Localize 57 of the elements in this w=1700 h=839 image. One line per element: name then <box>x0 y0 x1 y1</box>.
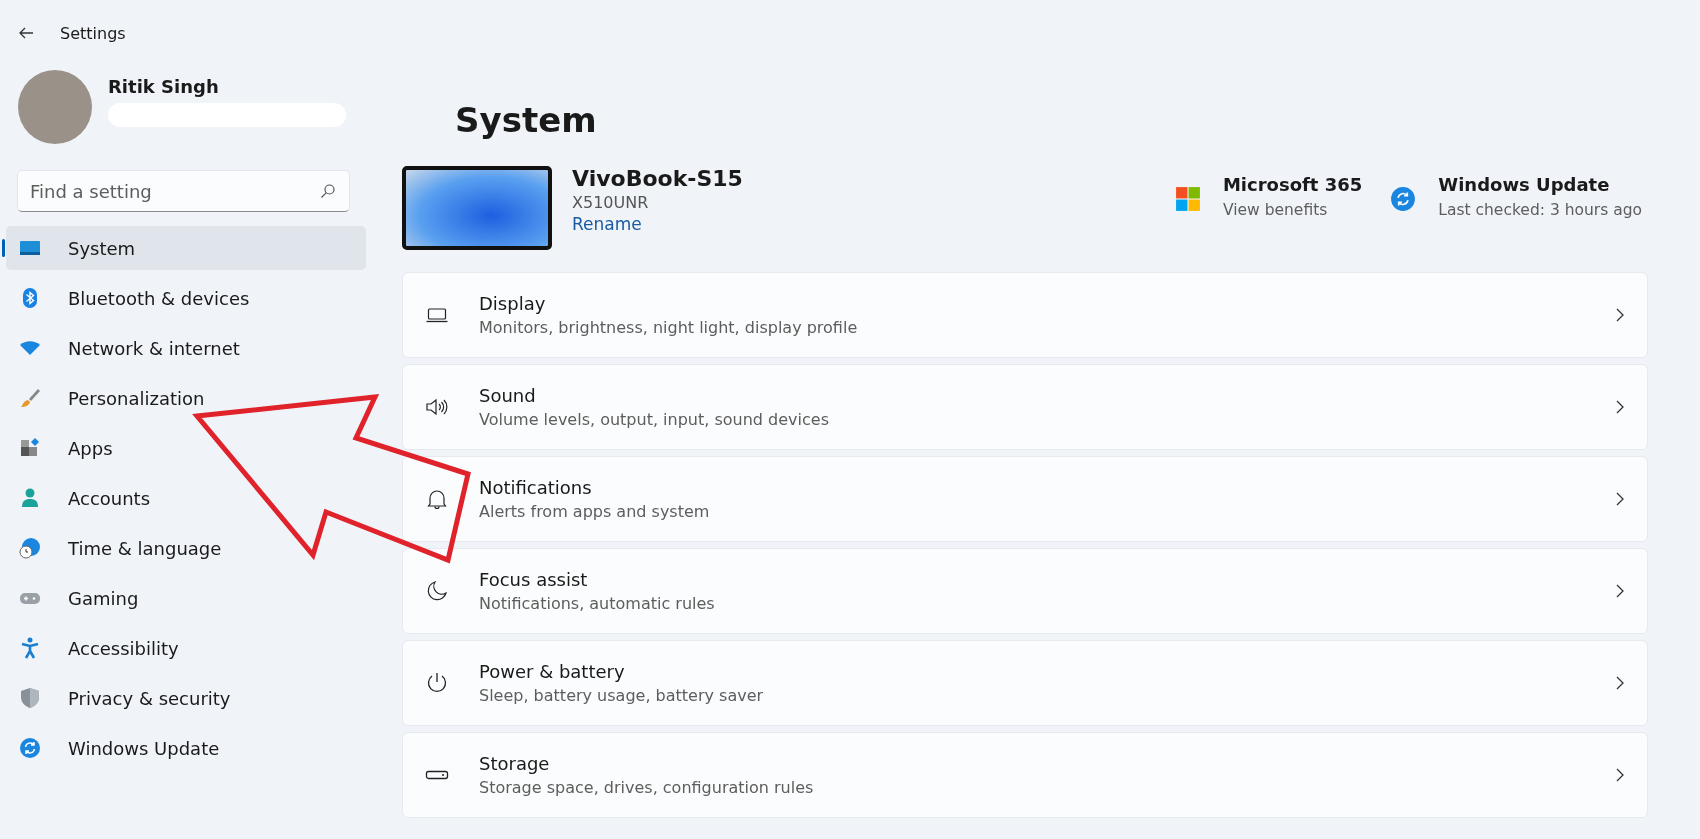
setting-title: Display <box>479 293 547 314</box>
bell-icon <box>425 487 449 511</box>
quick-link-subtitle: Last checked: 3 hours ago <box>1438 201 1642 219</box>
globe-clock-icon <box>18 536 42 560</box>
settings-card[interactable]: Notifications Alerts from apps and system <box>402 456 1648 542</box>
search-icon <box>320 183 336 199</box>
nav-item[interactable]: Time & language <box>6 526 366 570</box>
account-name: Ritik Singh <box>108 75 220 97</box>
shield-icon <box>18 686 42 710</box>
window-title: Settings <box>60 23 126 43</box>
chevron-right-icon <box>1615 399 1625 415</box>
quick-link-title[interactable]: Microsoft 365 <box>1222 174 1363 195</box>
refresh-icon <box>18 736 42 760</box>
power-icon <box>425 671 449 695</box>
nav-item[interactable]: Network & internet <box>6 326 366 370</box>
settings-card[interactable]: Display Monitors, brightness, night light, display profile <box>402 272 1648 358</box>
chevron-right-icon <box>1615 675 1625 691</box>
selection-indicator <box>2 239 5 257</box>
moon-icon <box>425 579 449 603</box>
setting-title: Storage <box>479 753 551 774</box>
back-arrow-icon[interactable] <box>18 25 34 41</box>
four-squares-logo-icon <box>1174 186 1201 212</box>
chevron-right-icon <box>1615 767 1625 783</box>
nav-item[interactable]: Bluetooth & devices <box>6 276 366 320</box>
setting-title: Focus assist <box>479 569 589 590</box>
chevron-right-icon <box>1615 583 1625 599</box>
setting-title: Sound <box>479 385 537 406</box>
setting-description: Sleep, battery usage, battery saver <box>479 686 765 705</box>
nav-item[interactable]: Privacy & security <box>6 676 366 720</box>
nav-item[interactable]: Accessibility <box>6 626 366 670</box>
device-name: VivoBook-S15 <box>572 166 743 191</box>
refresh-icon <box>1390 186 1417 212</box>
nav-item[interactable]: Windows Update <box>6 726 366 770</box>
nav-item[interactable]: Gaming <box>6 576 366 620</box>
setting-title: Power & battery <box>479 661 626 682</box>
nav-item[interactable]: Apps <box>6 426 366 470</box>
quick-link-title[interactable]: Windows Update <box>1438 174 1642 195</box>
quick-link-subtitle: View benefits <box>1222 201 1329 219</box>
brush-icon <box>18 386 42 410</box>
setting-description: Notifications, automatic rules <box>479 594 716 613</box>
setting-description: Alerts from apps and system <box>479 502 711 521</box>
setting-description: Storage space, drives, configuration rules <box>479 778 815 797</box>
search-field[interactable]: Find a setting <box>17 170 350 212</box>
chevron-right-icon <box>1615 491 1625 507</box>
settings-card[interactable]: Focus assist Notifications, automatic rules <box>402 548 1648 634</box>
settings-card[interactable]: Power & battery Sleep, battery usage, battery saver <box>402 640 1648 726</box>
nav-item[interactable]: Personalization <box>6 376 366 420</box>
setting-title: Notifications <box>479 477 593 498</box>
chevron-right-icon <box>1615 307 1625 323</box>
page-title: System <box>455 100 598 140</box>
rename-link[interactable]: Rename <box>572 214 743 234</box>
device-model: X510UNR <box>572 193 650 212</box>
settings-card[interactable]: Storage Storage space, drives, configuration rules <box>402 732 1648 818</box>
setting-description: Volume levels, output, input, sound devices <box>479 410 830 429</box>
nav-item[interactable]: Accounts <box>6 476 366 520</box>
settings-card[interactable]: Sound Volume levels, output, input, sound devices <box>402 364 1648 450</box>
setting-description: Monitors, brightness, night light, display profile <box>479 318 859 337</box>
